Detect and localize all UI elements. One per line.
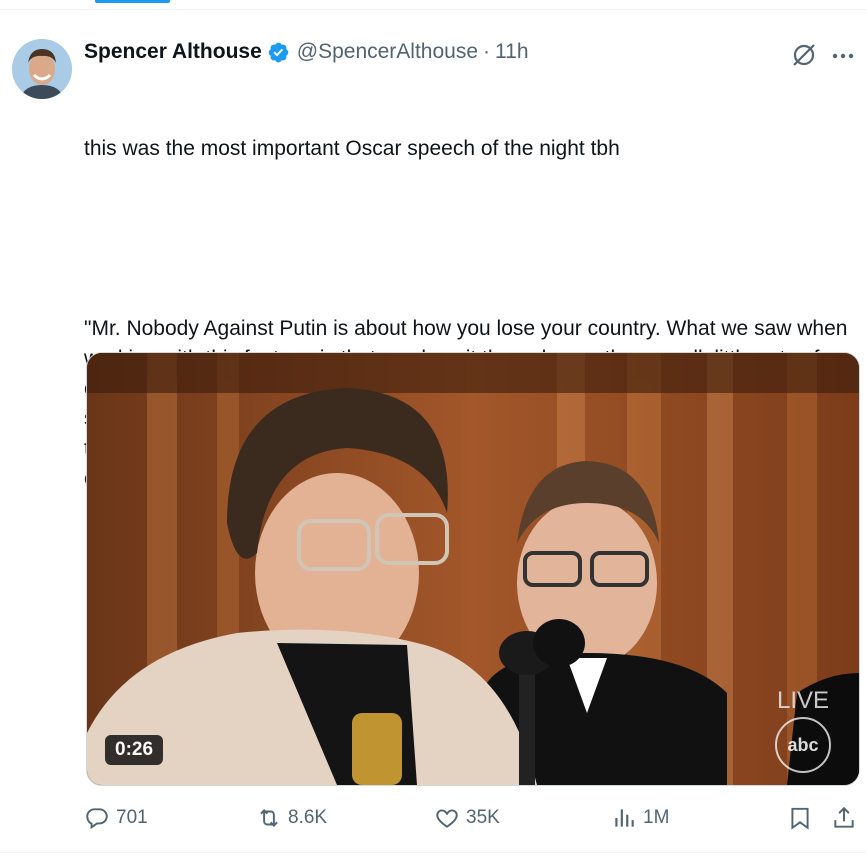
heart-icon <box>436 809 458 828</box>
share-button[interactable] <box>831 805 863 831</box>
network-logo: abc <box>775 717 831 773</box>
active-tab-indicator <box>95 0 170 3</box>
live-label: LIVE <box>776 687 829 714</box>
bookmark-icon <box>791 807 809 830</box>
author-name[interactable]: Spencer Althouse <box>84 40 262 64</box>
repost-button[interactable]: 8.6K <box>256 805 327 831</box>
reply-count: 701 <box>116 807 148 828</box>
tweet-header: Spencer Althouse @SpencerAlthouse · 11h <box>84 40 529 64</box>
verified-badge-icon <box>267 41 290 64</box>
video-frame <box>87 353 859 785</box>
share-icon <box>834 806 854 828</box>
bookmark-button[interactable] <box>787 805 819 831</box>
top-divider <box>0 0 866 10</box>
author-handle[interactable]: @SpencerAlthouse <box>297 40 478 64</box>
tweet-text-intro: this was the most important Oscar speech… <box>84 137 620 160</box>
repost-icon <box>260 809 278 827</box>
avatar[interactable] <box>12 39 72 99</box>
views-bar-chart-icon <box>615 809 634 827</box>
views-count: 1M <box>643 807 670 828</box>
reply-button[interactable]: 701 <box>84 805 148 831</box>
reply-icon <box>86 808 108 830</box>
video-player[interactable]: 0:26 LIVE abc <box>86 352 860 786</box>
separator-dot: · <box>483 40 491 63</box>
like-count: 35K <box>466 807 500 828</box>
tweet[interactable]: Spencer Althouse @SpencerAlthouse · 11h … <box>0 10 866 860</box>
grok-icon[interactable] <box>790 41 818 69</box>
bottom-divider <box>0 852 866 853</box>
views-button[interactable]: 1M <box>611 805 669 831</box>
timestamp[interactable]: 11h <box>495 40 528 64</box>
more-options-icon[interactable] <box>830 46 856 66</box>
tweet-actions: 701 8.6K 35K 1M <box>84 805 864 835</box>
like-button[interactable]: 35K <box>434 805 500 831</box>
video-duration: 0:26 <box>105 735 164 765</box>
repost-count: 8.6K <box>288 807 328 828</box>
